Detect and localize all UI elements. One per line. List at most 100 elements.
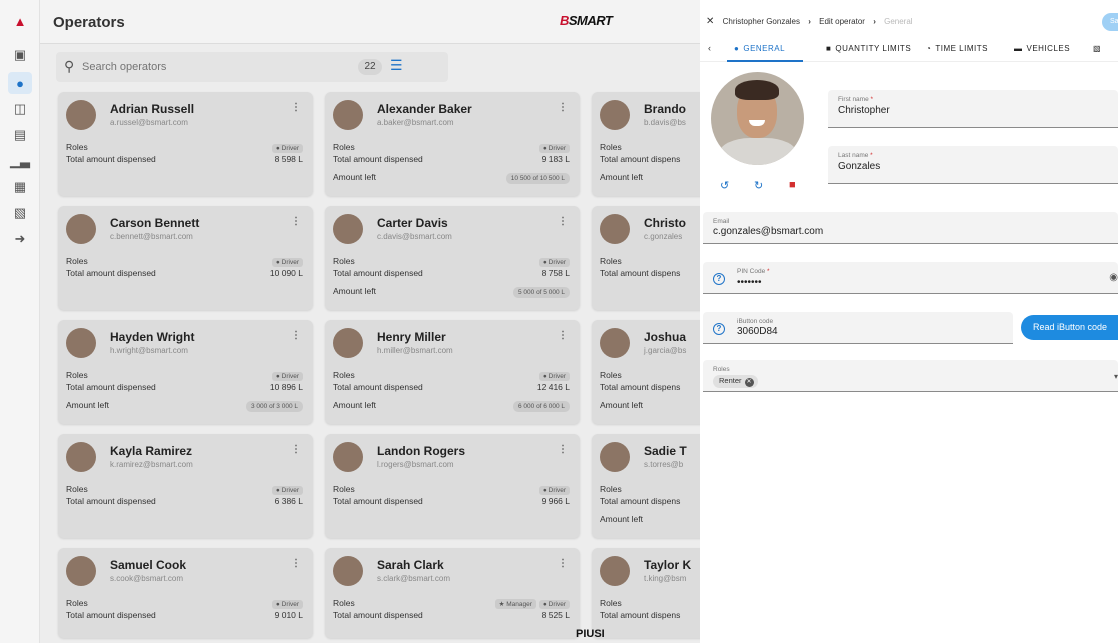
operator-card[interactable]: Kayla Ramirez k.ramirez@bsmart.com ⋮ Roles ●… — [58, 434, 313, 538]
more-options-icon[interactable]: ⋮ — [558, 444, 568, 455]
more-options-icon[interactable]: ⋮ — [558, 216, 568, 227]
operator-email: s.cook@bsmart.com — [110, 574, 184, 583]
operator-name: Kayla Ramirez — [110, 444, 193, 458]
avatar — [600, 100, 630, 130]
active-tab-indicator — [727, 60, 803, 62]
dispensed-row: Total amount dispensed 8 598 L — [66, 154, 303, 164]
role-chip[interactable]: Renter ✕ — [713, 375, 758, 388]
page-title: Operators — [53, 14, 125, 31]
search-bar: ⚲ 22 ☰ — [56, 52, 448, 82]
operator-name: Adrian Russell — [110, 102, 195, 116]
last-name-input[interactable] — [838, 161, 1099, 172]
tab-time-limits[interactable]: ◔ TIME LIMITS — [926, 44, 988, 53]
amount-left-row: Amount left 3 000 of 3 000 L — [66, 398, 303, 412]
pin-field: ? PIN Code * ◉ — [703, 262, 1118, 294]
operator-email: c.bennett@bsmart.com — [110, 232, 193, 241]
filter-icon[interactable]: ☰ — [390, 57, 403, 74]
operator-email: a.russel@bsmart.com — [110, 118, 188, 127]
logo-icon[interactable]: ▲ — [8, 10, 32, 32]
email-input[interactable] — [713, 226, 1087, 237]
breadcrumb-operator[interactable]: Christopher Gonzales — [723, 17, 800, 26]
search-icon: ⚲ — [64, 58, 75, 74]
avatar — [600, 328, 630, 358]
operator-card[interactable]: Sarah Clark s.clark@bsmart.com ⋮ Roles ★ Man… — [325, 548, 580, 638]
tab-quantity-limits[interactable]: ■ QUANTITY LIMITS — [826, 44, 911, 53]
operator-card[interactable]: Hayden Wright h.wright@bsmart.com ⋮ Roles ● … — [58, 320, 313, 424]
breadcrumb-edit[interactable]: Edit operator — [819, 17, 865, 26]
tab-vehicles[interactable]: ▬ VEHICLES — [1014, 44, 1070, 53]
remove-chip-icon[interactable]: ✕ — [744, 378, 754, 387]
operator-email: b.davis@bs — [644, 118, 686, 127]
ibutton-field: ? iButton code — [703, 312, 1013, 344]
tab-more[interactable]: ▧ — [1093, 44, 1105, 53]
close-icon[interactable]: ✕ — [706, 16, 714, 27]
operator-icon[interactable]: ● — [8, 72, 32, 94]
help-icon[interactable]: ? — [713, 323, 725, 335]
ibutton-input[interactable] — [737, 326, 987, 337]
result-count-badge: 22 — [358, 59, 382, 75]
rotate-left-icon[interactable]: ↺ — [720, 179, 729, 192]
operator-card[interactable]: Henry Miller h.miller@bsmart.com ⋮ Roles ● D… — [325, 320, 580, 424]
dropdown-arrow-icon[interactable]: ▾ — [1114, 372, 1118, 381]
more-options-icon[interactable]: ⋮ — [558, 330, 568, 341]
operator-name: Joshua — [644, 330, 687, 344]
operator-email: l.rogers@bsmart.com — [377, 460, 454, 469]
search-input[interactable] — [82, 56, 352, 78]
dispensed-row: Total amount dispensed 9 966 L — [333, 496, 570, 506]
chart-icon[interactable]: ▁▃ — [8, 150, 32, 172]
eye-icon[interactable]: ◉ — [1109, 272, 1118, 283]
dispensed-row: Total amount dispensed 9 010 L — [66, 610, 303, 620]
monitor-icon[interactable]: ▣ — [8, 44, 32, 66]
dispenser-icon[interactable]: ▦ — [8, 176, 32, 198]
more-options-icon[interactable]: ⋮ — [558, 102, 568, 113]
pin-input[interactable] — [737, 277, 1037, 288]
email-field: Email — [703, 212, 1118, 244]
operator-card[interactable]: Carson Bennett c.bennett@bsmart.com ⋮ Roles… — [58, 206, 313, 310]
rotate-right-icon[interactable]: ↻ — [754, 179, 763, 192]
save-button[interactable]: Sa — [1102, 13, 1118, 31]
operator-card[interactable]: Alexander Baker a.baker@bsmart.com ⋮ Roles ●… — [325, 92, 580, 196]
more-options-icon[interactable]: ⋮ — [291, 216, 301, 227]
timer-icon: ◔ — [926, 44, 932, 53]
breadcrumb: ✕ Christopher Gonzales › Edit operator ›… — [706, 16, 913, 27]
more-options-icon[interactable]: ⋮ — [291, 558, 301, 569]
read-ibutton-button[interactable]: Read iButton code — [1021, 315, 1118, 340]
avatar — [66, 214, 96, 244]
more-options-icon[interactable]: ⋮ — [291, 330, 301, 341]
operator-card[interactable]: Samuel Cook s.cook@bsmart.com ⋮ Roles ● Driv… — [58, 548, 313, 638]
avatar — [66, 100, 96, 130]
operator-email: t.king@bsm — [644, 574, 687, 583]
operator-email: a.baker@bsmart.com — [377, 118, 454, 127]
person-icon: ● — [734, 44, 740, 53]
avatar — [333, 556, 363, 586]
more-options-icon[interactable]: ⋮ — [291, 102, 301, 113]
amount-left-row: Amount left 10 500 of 10 500 L — [333, 170, 570, 184]
avatar — [66, 442, 96, 472]
operator-name: Carson Bennett — [110, 216, 200, 230]
map-icon[interactable]: ▧ — [8, 202, 32, 224]
tank-icon[interactable]: ▤ — [8, 124, 32, 146]
more-options-icon[interactable]: ⋮ — [558, 558, 568, 569]
operator-card[interactable]: Landon Rogers l.rogers@bsmart.com ⋮ Roles ● … — [325, 434, 580, 538]
avatar — [600, 442, 630, 472]
chevron-right-icon: › — [808, 17, 811, 26]
dispensed-row: Total amount dispensed 8 758 L — [333, 268, 570, 278]
chevron-left-icon[interactable]: ‹ — [708, 43, 711, 53]
chevron-right-icon: › — [873, 17, 876, 26]
roles-select[interactable]: Roles Renter ✕ ▾ — [703, 360, 1118, 392]
operator-name: Taylor K — [644, 558, 692, 572]
operator-name: Sarah Clark — [377, 558, 444, 572]
fuel-pump-icon[interactable]: ◫ — [8, 98, 32, 120]
operator-name: Hayden Wright — [110, 330, 195, 344]
export-icon[interactable]: ➜ — [8, 228, 32, 250]
operator-card[interactable]: Carter Davis c.davis@bsmart.com ⋮ Roles ● Dr… — [325, 206, 580, 310]
help-icon[interactable]: ? — [713, 273, 725, 285]
more-options-icon[interactable]: ⋮ — [291, 444, 301, 455]
operator-card[interactable]: Adrian Russell a.russel@bsmart.com ⋮ Roles ●… — [58, 92, 313, 196]
delete-icon[interactable]: ■ — [789, 179, 796, 191]
first-name-input[interactable] — [838, 105, 1099, 116]
operator-email: c.gonzales — [644, 232, 683, 241]
avatar — [333, 214, 363, 244]
tab-general[interactable]: ● GENERAL — [734, 44, 785, 53]
operator-name: Alexander Baker — [377, 102, 472, 116]
